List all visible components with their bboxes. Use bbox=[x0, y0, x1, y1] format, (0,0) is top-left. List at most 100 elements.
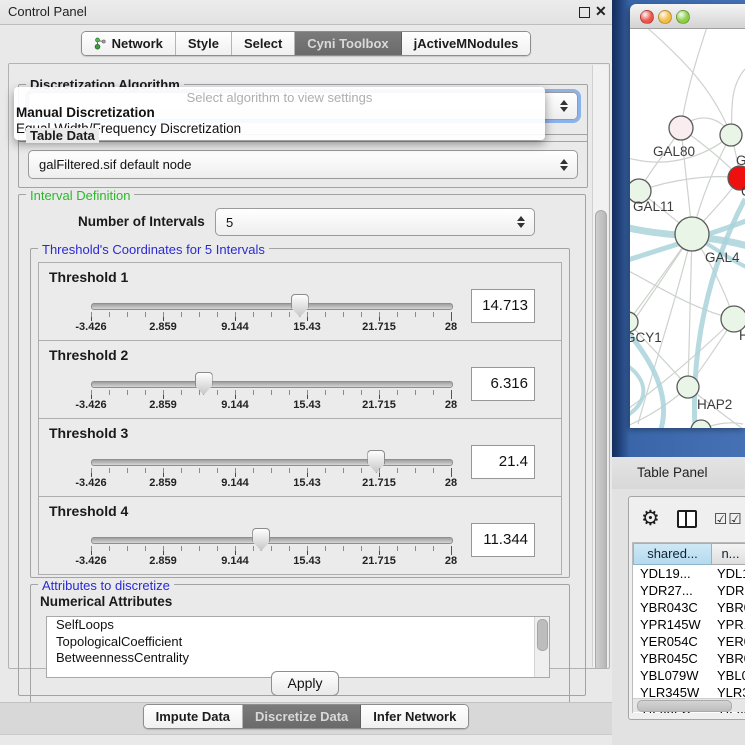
table-data-combo-value: galFiltered.sif default node bbox=[29, 157, 559, 172]
table-cell[interactable]: YBR043C bbox=[633, 599, 712, 616]
vertical-scrollbar[interactable] bbox=[592, 65, 608, 667]
table-panel-titlebar: Table Panel bbox=[612, 457, 745, 490]
table-cell[interactable]: YBL079W bbox=[633, 667, 712, 684]
table-cell[interactable]: YBL079W bbox=[712, 667, 745, 684]
network-edge[interactable] bbox=[630, 364, 643, 417]
threshold-value-field[interactable]: 14.713 bbox=[471, 289, 535, 323]
threshold-slider-track[interactable] bbox=[91, 381, 453, 388]
table-row[interactable]: YBR043CYBR043C bbox=[633, 599, 745, 616]
network-node-label: H bbox=[739, 328, 745, 343]
tick-label: 2.859 bbox=[139, 399, 187, 411]
table-row[interactable]: YDL19...YDL19 bbox=[633, 565, 745, 582]
column-header-name[interactable]: n... bbox=[712, 543, 745, 565]
tab-style[interactable]: Style bbox=[176, 32, 232, 55]
table-data-group-title: Table Data bbox=[26, 128, 99, 143]
tab-label: Select bbox=[244, 36, 282, 51]
threshold-value-field[interactable]: 21.4 bbox=[471, 445, 535, 479]
attribute-list-item[interactable]: TopologicalCoefficient bbox=[47, 634, 549, 651]
table-cell[interactable]: YER054C bbox=[633, 633, 712, 650]
table-cell[interactable]: YDR27 bbox=[712, 582, 745, 599]
threshold-value-field[interactable]: 6.316 bbox=[471, 367, 535, 401]
zoom-traffic-light[interactable] bbox=[676, 10, 690, 24]
tab-select[interactable]: Select bbox=[232, 32, 295, 55]
network-icon bbox=[94, 37, 107, 50]
popup-option-manual[interactable]: Manual Discretization bbox=[16, 105, 155, 120]
tab-jactivemnodules[interactable]: jActiveMNodules bbox=[402, 32, 531, 55]
network-node-label: GAL11 bbox=[633, 199, 674, 214]
table-cell[interactable]: YDL19... bbox=[633, 565, 712, 582]
column-header-shared-name[interactable]: shared... bbox=[633, 543, 712, 565]
table-cell[interactable]: YER054C bbox=[712, 633, 745, 650]
network-node[interactable] bbox=[720, 124, 742, 146]
attribute-list-item[interactable]: SelfLoops bbox=[47, 617, 549, 634]
close-icon[interactable]: ✕ bbox=[595, 3, 607, 20]
network-node[interactable] bbox=[677, 376, 699, 398]
tab-infer-network[interactable]: Infer Network bbox=[361, 705, 468, 728]
minimize-traffic-light[interactable] bbox=[658, 10, 672, 24]
table-row[interactable]: YER054CYER054C bbox=[633, 633, 745, 650]
network-edge[interactable] bbox=[639, 177, 740, 191]
tick-label: 9.144 bbox=[211, 555, 259, 567]
tick-label: 21.715 bbox=[355, 477, 403, 489]
horizontal-scrollbar[interactable] bbox=[633, 698, 745, 712]
network-canvas-svg: GAL80GAGAL11CGAL4GCY1HHAP2 bbox=[630, 29, 745, 428]
network-edge[interactable] bbox=[688, 234, 692, 387]
slider-tick-labels: -3.4262.8599.14415.4321.71528 bbox=[67, 399, 475, 411]
network-edge[interactable] bbox=[681, 29, 708, 128]
network-node-label: C bbox=[741, 184, 745, 199]
threshold-slider-track[interactable] bbox=[91, 459, 453, 466]
attributes-group-title: Attributes to discretize bbox=[38, 578, 174, 593]
network-window-titlebar[interactable] bbox=[630, 4, 745, 29]
table-cell[interactable]: YPR145W bbox=[712, 616, 745, 633]
tab-label: Network bbox=[112, 36, 163, 51]
table-cell[interactable]: YPR145W bbox=[633, 616, 712, 633]
spinner-arrows-icon bbox=[516, 216, 525, 228]
tab-impute-data[interactable]: Impute Data bbox=[144, 705, 243, 728]
list-scrollbar-thumb[interactable] bbox=[537, 619, 548, 651]
close-traffic-light[interactable] bbox=[640, 10, 654, 24]
threshold-slider-track[interactable] bbox=[91, 303, 453, 310]
table-cell[interactable]: YBR045C bbox=[712, 650, 745, 667]
tab-network[interactable]: Network bbox=[82, 32, 176, 55]
tab-cyni-toolbox[interactable]: Cyni Toolbox bbox=[295, 32, 401, 55]
number-of-intervals-spinner[interactable]: 5 bbox=[215, 208, 535, 236]
tick-label: 9.144 bbox=[211, 477, 259, 489]
vertical-scrollbar-thumb[interactable] bbox=[595, 210, 607, 669]
table-cell[interactable]: YBR045C bbox=[633, 650, 712, 667]
numerical-attributes-list[interactable]: SelfLoopsTopologicalCoefficientBetweenne… bbox=[46, 616, 550, 678]
network-node-label: GA bbox=[736, 153, 745, 168]
threshold-slider-track[interactable] bbox=[91, 537, 453, 544]
threshold-value-field[interactable]: 11.344 bbox=[471, 523, 535, 557]
float-icon[interactable] bbox=[579, 7, 590, 18]
table-row[interactable]: YBL079WYBL079W bbox=[633, 667, 745, 684]
table-cell[interactable]: YDL19 bbox=[712, 565, 745, 582]
attribute-list-item[interactable]: BetweennessCentrality bbox=[47, 650, 549, 667]
tab-discretize-data[interactable]: Discretize Data bbox=[243, 705, 361, 728]
list-scrollbar[interactable] bbox=[534, 617, 549, 677]
network-node[interactable] bbox=[630, 312, 638, 332]
horizontal-scrollbar-thumb[interactable] bbox=[637, 700, 732, 712]
network-edge[interactable] bbox=[630, 269, 734, 319]
slider-ticks bbox=[91, 312, 452, 321]
network-node-label: HAP2 bbox=[697, 397, 732, 412]
apply-button[interactable]: Apply bbox=[271, 671, 339, 696]
gear-icon[interactable]: ⚙ bbox=[641, 508, 660, 529]
column-browser-icon[interactable] bbox=[677, 510, 697, 528]
network-node[interactable] bbox=[669, 116, 693, 140]
thresholds-group-title: Threshold's Coordinates for 5 Intervals bbox=[38, 242, 269, 257]
slider-ticks bbox=[91, 390, 452, 399]
table-row[interactable]: YPR145WYPR145W bbox=[633, 616, 745, 633]
table-cell[interactable]: YBR043C bbox=[712, 599, 745, 616]
numerical-attributes-label: Numerical Attributes bbox=[40, 594, 172, 609]
table-row[interactable]: YBR045CYBR045C bbox=[633, 650, 745, 667]
tick-label: -3.426 bbox=[67, 399, 115, 411]
tick-label: 15.43 bbox=[283, 399, 331, 411]
network-node[interactable] bbox=[675, 217, 709, 251]
table-data-combo[interactable]: galFiltered.sif default node bbox=[28, 150, 578, 179]
table-cell[interactable]: YDR27... bbox=[633, 582, 712, 599]
table-row[interactable]: YDR27...YDR27 bbox=[633, 582, 745, 599]
checkbox-icons[interactable]: ☑☑ bbox=[714, 510, 743, 528]
slider-tick-labels: -3.4262.8599.14415.4321.71528 bbox=[67, 321, 475, 333]
network-canvas[interactable]: GAL80GAGAL11CGAL4GCY1HHAP2 bbox=[630, 29, 745, 428]
tick-label: -3.426 bbox=[67, 477, 115, 489]
